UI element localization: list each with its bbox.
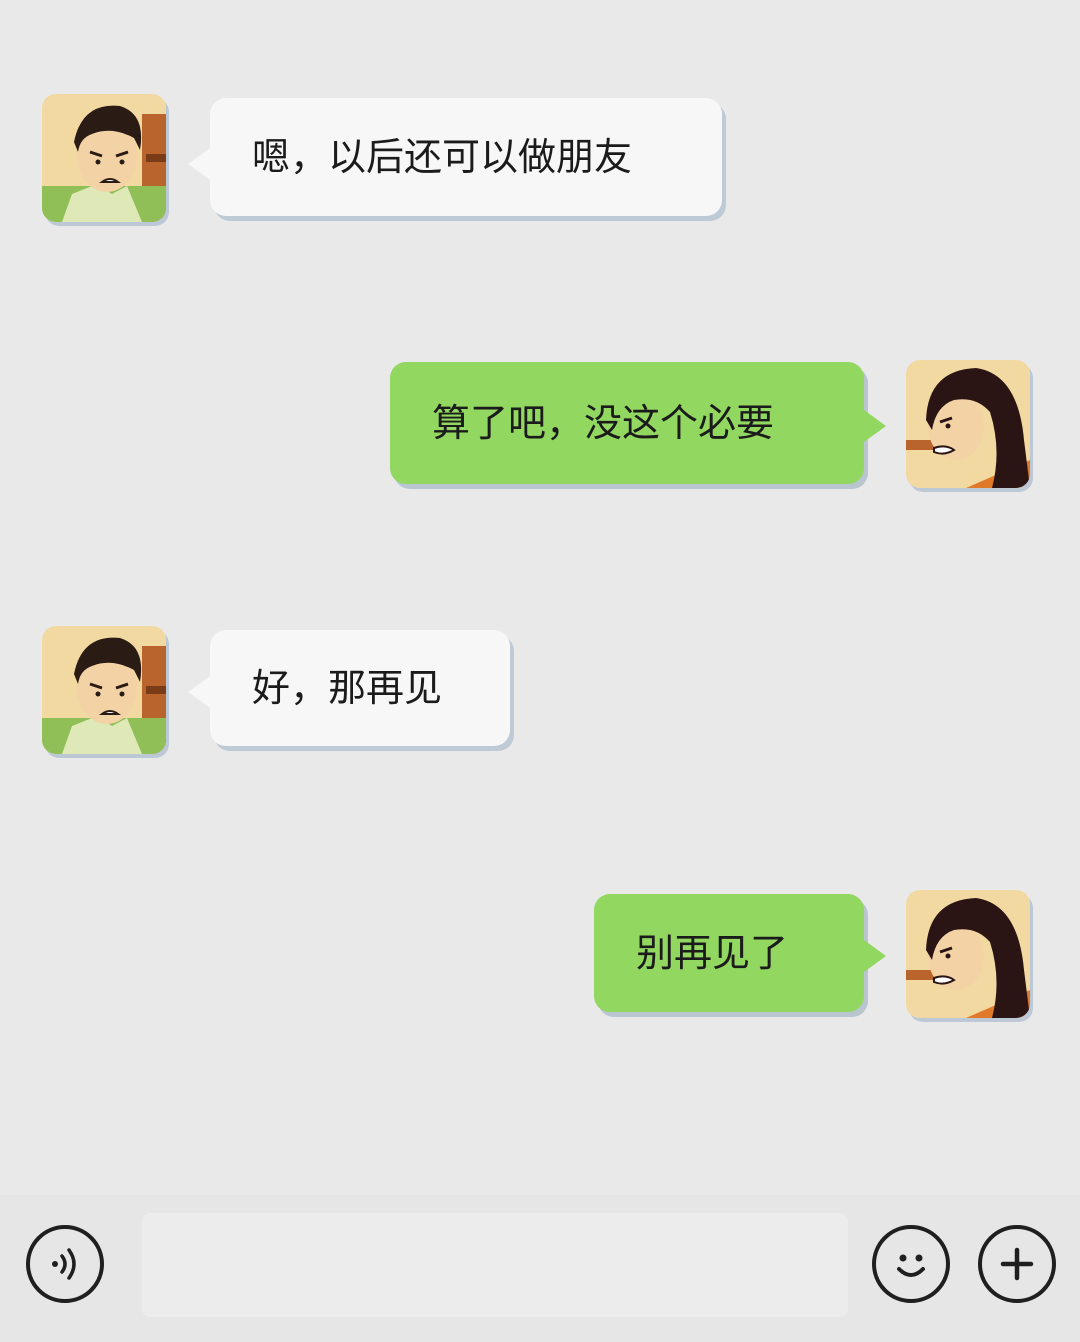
man-avatar-icon[interactable] — [42, 94, 166, 222]
bubble-tail — [864, 940, 886, 972]
voice-icon[interactable] — [26, 1225, 104, 1303]
bubble-tail — [188, 676, 210, 708]
chat-area: 嗯，以后还可以做朋友 算了吧，没这个必要 好，那再见 别再见了 — [0, 0, 1080, 1195]
message-bubble[interactable]: 嗯，以后还可以做朋友 — [210, 98, 722, 216]
bubble-tail — [188, 148, 210, 180]
message-text: 嗯，以后还可以做朋友 — [252, 135, 633, 179]
woman-avatar-icon[interactable] — [906, 360, 1030, 488]
message-input[interactable] — [142, 1213, 848, 1317]
smiley-icon[interactable] — [872, 1225, 950, 1303]
message-text: 别再见了 — [636, 931, 789, 975]
man-avatar-icon[interactable] — [42, 626, 166, 754]
input-bar — [0, 1195, 1080, 1342]
plus-icon[interactable] — [978, 1225, 1056, 1303]
woman-avatar-icon[interactable] — [906, 890, 1030, 1018]
message-text: 好，那再见 — [252, 666, 443, 710]
message-text: 算了吧，没这个必要 — [432, 401, 775, 445]
message-bubble[interactable]: 算了吧，没这个必要 — [390, 362, 864, 484]
message-bubble[interactable]: 好，那再见 — [210, 630, 510, 746]
message-bubble[interactable]: 别再见了 — [594, 894, 864, 1012]
bubble-tail — [864, 410, 886, 442]
